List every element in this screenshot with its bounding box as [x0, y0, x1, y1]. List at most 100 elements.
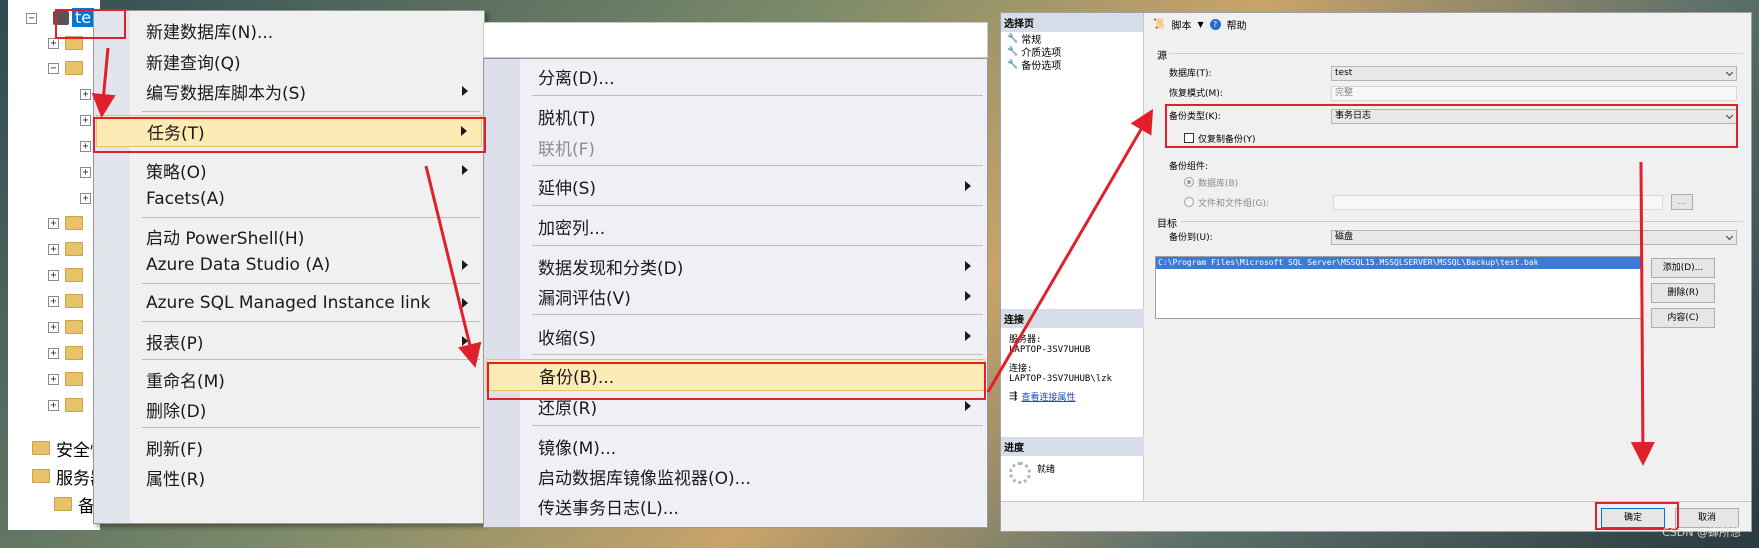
tree-node[interactable]: +: [80, 136, 91, 156]
expand-icon[interactable]: +: [48, 399, 59, 411]
menu-item-policies[interactable]: 策略(O): [96, 156, 482, 184]
tree-node-root[interactable]: −: [26, 8, 69, 28]
menu-item-reports[interactable]: 报表(P): [96, 327, 482, 355]
backup-type-combo[interactable]: 事务日志: [1331, 109, 1737, 124]
tree-node[interactable]: +: [48, 291, 83, 311]
script-button[interactable]: 脚本: [1171, 17, 1191, 32]
submenu-arrow-icon: [965, 331, 971, 341]
menu-item-refresh[interactable]: 刷新(F): [96, 433, 482, 461]
menu-separator: [532, 205, 983, 206]
tree-node[interactable]: +: [80, 84, 91, 104]
folder-icon: [65, 398, 83, 412]
menu-item-launch-mirroring-monitor[interactable]: 启动数据库镜像监视器(O)...: [486, 462, 985, 490]
progress-spinner-icon: [1009, 462, 1031, 484]
expand-icon[interactable]: +: [48, 295, 59, 307]
view-connection-properties-link[interactable]: 查看连接属性: [1021, 390, 1075, 403]
expand-icon[interactable]: +: [80, 114, 91, 126]
add-destination-button[interactable]: 添加(D)...: [1651, 258, 1715, 278]
menu-item-encrypt-columns[interactable]: 加密列...: [486, 212, 985, 240]
menu-item-data-discovery[interactable]: 数据发现和分类(D): [486, 252, 985, 280]
help-button[interactable]: 帮助: [1227, 17, 1247, 32]
menu-item-label: 刷新(F): [146, 439, 204, 460]
tree-node[interactable]: +: [48, 239, 83, 259]
expand-icon[interactable]: +: [80, 88, 91, 100]
connection-value: LAPTOP-3SV7UHUB\lzk: [1009, 374, 1112, 384]
menu-item-start-powershell[interactable]: 启动 PowerShell(H): [96, 222, 482, 250]
folder-icon: [32, 469, 50, 483]
expand-icon[interactable]: +: [48, 321, 59, 333]
tree-root-label[interactable]: te: [72, 8, 95, 27]
expand-icon[interactable]: +: [48, 217, 59, 229]
copy-only-checkbox[interactable]: [1184, 133, 1194, 143]
expand-icon[interactable]: +: [80, 166, 91, 178]
remove-destination-button[interactable]: 删除(R): [1651, 283, 1715, 303]
tree-node[interactable]: −: [48, 58, 83, 78]
submenu-arrow-icon: [462, 86, 468, 96]
expand-icon[interactable]: +: [80, 192, 91, 204]
combo-value: test: [1335, 68, 1353, 78]
expand-icon[interactable]: +: [48, 373, 59, 385]
progress-header: 进度: [1001, 437, 1144, 456]
menu-item-script-database[interactable]: 编写数据库脚本为(S): [96, 77, 482, 105]
component-files-radio[interactable]: [1184, 197, 1194, 207]
collapse-icon[interactable]: −: [48, 62, 59, 74]
menu-item-new-query[interactable]: 新建查询(Q): [96, 47, 482, 75]
expand-icon[interactable]: +: [48, 37, 59, 49]
menu-item-mirror[interactable]: 镜像(M)...: [486, 432, 985, 460]
component-database-radio[interactable]: [1184, 177, 1194, 187]
server-label: 服务器:: [1009, 335, 1042, 345]
page-backup-options[interactable]: 🔧 备份选项: [1001, 58, 1143, 73]
menu-item-azure-sql-mi-link[interactable]: Azure SQL Managed Instance link: [96, 289, 482, 317]
folder-icon: [54, 497, 72, 511]
tree-node[interactable]: +: [80, 162, 91, 182]
section-divider: [1169, 53, 1743, 54]
tree-node[interactable]: +: [80, 110, 91, 130]
tree-node[interactable]: +: [48, 369, 83, 389]
database-combo[interactable]: test: [1331, 66, 1737, 81]
menu-item-ship-transaction-logs[interactable]: 传送事务日志(L)...: [486, 492, 985, 520]
menu-item-azure-data-studio[interactable]: Azure Data Studio (A): [96, 251, 482, 279]
destination-path-row[interactable]: C:\Program Files\Microsoft SQL Server\MS…: [1156, 257, 1642, 269]
wrench-icon: 🔧: [1007, 33, 1019, 44]
menu-item-vulnerability-assessment[interactable]: 漏洞评估(V): [486, 282, 985, 310]
tree-node[interactable]: +: [80, 188, 91, 208]
expand-icon[interactable]: +: [48, 347, 59, 359]
menu-item-label: 编写数据库脚本为(S): [146, 83, 307, 104]
tree-node[interactable]: +: [48, 343, 83, 363]
menu-item-rename[interactable]: 重命名(M): [96, 365, 482, 393]
menu-item-facets[interactable]: Facets(A): [96, 185, 482, 213]
tree-node[interactable]: +: [48, 213, 83, 233]
destination-list[interactable]: C:\Program Files\Microsoft SQL Server\MS…: [1155, 256, 1643, 319]
menu-separator: [142, 359, 480, 360]
tree-node[interactable]: +: [48, 265, 83, 285]
submenu-arrow-icon: [462, 336, 468, 346]
collapse-icon[interactable]: −: [26, 12, 37, 24]
script-icon: 📜: [1153, 19, 1166, 30]
expand-icon[interactable]: +: [80, 140, 91, 152]
tree-node[interactable]: +: [48, 395, 83, 415]
ok-button[interactable]: 确定: [1601, 508, 1665, 528]
menu-item-detach[interactable]: 分离(D)...: [486, 62, 985, 90]
contents-button[interactable]: 内容(C): [1651, 308, 1715, 328]
expand-icon[interactable]: +: [48, 243, 59, 255]
dialog-left-pane: 选择页 🔧 常规 🔧 介质选项 🔧 备份选项 连接 服务器: LAPTOP-3SV7U…: [1001, 13, 1144, 503]
menu-item-stretch[interactable]: 延伸(S): [486, 172, 985, 200]
menu-item-tasks[interactable]: 任务(T): [96, 115, 482, 147]
menu-separator: [142, 151, 480, 152]
menu-item-new-database[interactable]: 新建数据库(N)...: [96, 16, 482, 44]
menu-item-label: 加密列...: [538, 218, 606, 239]
menu-item-backup[interactable]: 备份(B)...: [486, 359, 985, 391]
menu-item-take-offline[interactable]: 脱机(T): [486, 102, 985, 130]
tree-node[interactable]: +: [48, 317, 83, 337]
menu-item-restore[interactable]: 还原(R): [486, 392, 985, 420]
expand-icon[interactable]: +: [48, 269, 59, 281]
select-page-header: 选择页: [1001, 13, 1143, 32]
menu-item-delete[interactable]: 删除(D): [96, 395, 482, 423]
menu-item-properties[interactable]: 属性(R): [96, 463, 482, 491]
chevron-down-icon[interactable]: ▼: [1197, 20, 1203, 29]
dialog-footer: 确定 取消: [1001, 501, 1751, 531]
tree-node[interactable]: +: [48, 33, 83, 53]
menu-item-shrink[interactable]: 收缩(S): [486, 322, 985, 350]
tree-node-backup-devices[interactable]: 备: [48, 494, 95, 517]
backup-to-combo[interactable]: 磁盘: [1331, 230, 1737, 245]
